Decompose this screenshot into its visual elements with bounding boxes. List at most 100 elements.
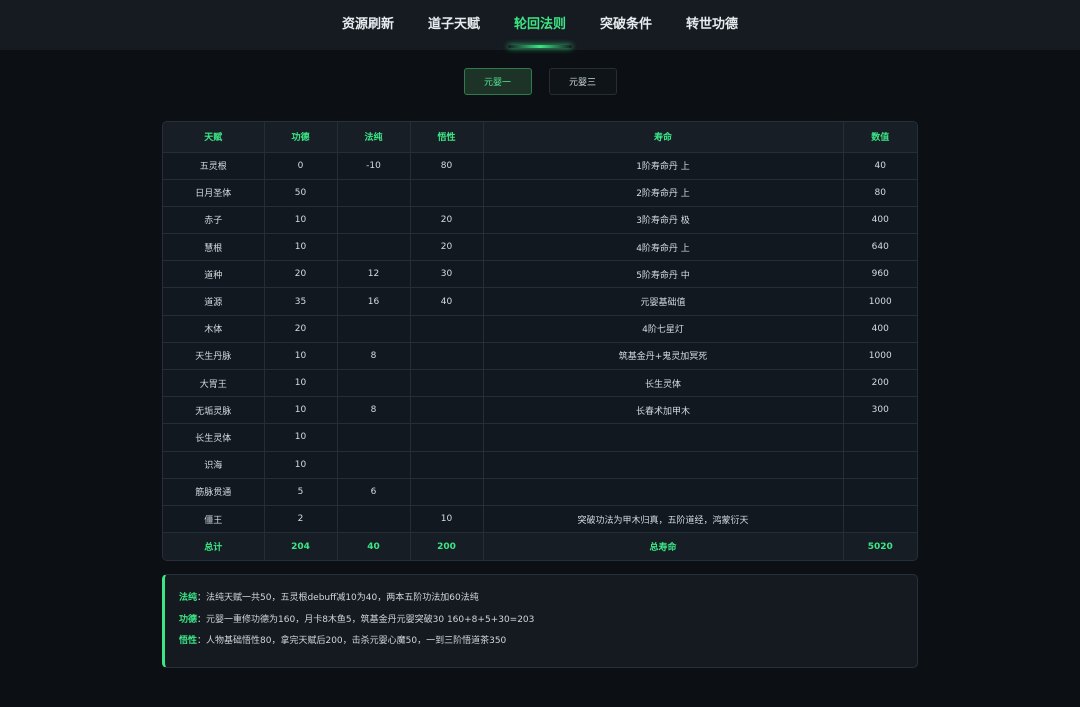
total-label: 总计 xyxy=(163,532,265,560)
cell-merit: 50 xyxy=(264,179,338,207)
cell-comprehension: 80 xyxy=(410,152,484,180)
note-label: 悟性 xyxy=(179,636,198,646)
subtab-yuanying-3[interactable]: 元婴三 xyxy=(548,68,617,95)
talent-table: 天赋 功德 法纯 悟性 寿命 数值 五灵根 0 -10 80 1阶寿命丹 上 4… xyxy=(163,122,917,560)
cell-lifespan xyxy=(483,423,844,452)
table-row: 筋脉贯通 5 6 xyxy=(163,478,917,506)
header-purity: 法纯 xyxy=(337,122,411,153)
cell-lifespan: 筑基金丹+鬼灵加冥死 xyxy=(483,342,844,371)
cell-merit: 20 xyxy=(264,260,338,289)
cell-talent: 道种 xyxy=(163,260,265,289)
cell-value: 200 xyxy=(843,369,917,398)
cell-purity: 6 xyxy=(337,478,411,506)
cell-value: 1000 xyxy=(843,342,917,371)
cell-comprehension xyxy=(410,179,484,207)
cell-merit: 10 xyxy=(264,206,338,235)
note-text: ：人物基础悟性80，拿完天赋后200，击杀元婴心魔50，一到三阶悟道茶350 xyxy=(197,636,507,646)
cell-talent: 无垢灵脉 xyxy=(163,396,265,425)
note-label: 功德 xyxy=(179,614,198,625)
cell-purity: -10 xyxy=(337,152,411,180)
cell-purity: 12 xyxy=(337,260,411,289)
subtab-yuanying-1[interactable]: 元婴一 xyxy=(463,68,532,95)
cell-lifespan: 突破功法为甲木归真，五阶道经，鸿蒙衍天 xyxy=(483,505,844,534)
header-lifespan: 寿命 xyxy=(483,122,844,153)
header-value: 数值 xyxy=(843,122,917,153)
cell-comprehension: 20 xyxy=(410,233,484,262)
cell-lifespan: 4阶寿命丹 上 xyxy=(483,233,844,262)
cell-lifespan: 4阶七星灯 xyxy=(483,315,844,343)
cell-talent: 慧根 xyxy=(163,233,265,262)
nav-tab-resource-refresh[interactable]: 资源刷新 xyxy=(340,0,396,50)
table-header-row: 天赋 功德 法纯 悟性 寿命 数值 xyxy=(163,122,917,153)
cell-value: 1000 xyxy=(843,287,917,316)
cell-lifespan: 3阶寿命丹 极 xyxy=(483,206,844,235)
cell-comprehension: 10 xyxy=(410,505,484,534)
cell-comprehension xyxy=(410,423,484,452)
cell-purity: 8 xyxy=(337,396,411,425)
header-comprehension: 悟性 xyxy=(410,122,484,153)
cell-talent: 大胃王 xyxy=(163,369,265,398)
cell-comprehension xyxy=(410,478,484,506)
cell-merit: 10 xyxy=(264,369,338,398)
cell-value: 640 xyxy=(843,233,917,262)
cell-value xyxy=(843,451,917,479)
cell-merit: 10 xyxy=(264,396,338,425)
table-total-row: 总计 204 40 200 总寿命 5020 xyxy=(163,532,917,560)
note-merit: 功德：元婴一重修功德为160，月卡8木鱼5，筑基金丹元婴突破30 160+8+5… xyxy=(179,614,917,626)
cell-talent: 僵王 xyxy=(163,505,265,534)
cell-merit: 35 xyxy=(264,287,338,316)
total-purity: 40 xyxy=(337,532,411,560)
table-row: 长生灵体 10 xyxy=(163,423,917,452)
cell-value: 400 xyxy=(843,206,917,235)
cell-lifespan: 2阶寿命丹 上 xyxy=(483,179,844,207)
cell-lifespan xyxy=(483,478,844,506)
table-row: 日月圣体 50 2阶寿命丹 上 80 xyxy=(163,179,917,207)
cell-talent: 道源 xyxy=(163,287,265,316)
note-label: 法纯 xyxy=(179,593,198,603)
cell-purity xyxy=(337,423,411,452)
cell-talent: 天生丹脉 xyxy=(163,342,265,371)
header-merit: 功德 xyxy=(264,122,338,153)
cell-merit: 10 xyxy=(264,342,338,371)
total-value: 5020 xyxy=(843,532,917,560)
cell-value xyxy=(843,505,917,534)
cell-value: 40 xyxy=(843,152,917,180)
cell-lifespan: 5阶寿命丹 中 xyxy=(483,260,844,289)
table-row: 木体 20 4阶七星灯 400 xyxy=(163,315,917,343)
nav-tab-breakthrough-conditions[interactable]: 突破条件 xyxy=(598,0,654,50)
talent-table-panel: 天赋 功德 法纯 悟性 寿命 数值 五灵根 0 -10 80 1阶寿命丹 上 4… xyxy=(162,121,918,561)
table-row: 慧根 10 20 4阶寿命丹 上 640 xyxy=(163,233,917,262)
cell-lifespan: 1阶寿命丹 上 xyxy=(483,152,844,180)
table-body: 五灵根 0 -10 80 1阶寿命丹 上 40 日月圣体 50 2阶寿命丹 上 … xyxy=(163,152,917,560)
cell-talent: 五灵根 xyxy=(163,152,265,180)
cell-comprehension xyxy=(410,342,484,371)
notes-panel: 法纯：法纯天赋一共50，五灵根debuff减10为40，两本五阶功法加60法纯 … xyxy=(162,574,918,668)
cell-comprehension xyxy=(410,369,484,398)
cell-purity: 16 xyxy=(337,287,411,316)
cell-value: 80 xyxy=(843,179,917,207)
note-text: ：法纯天赋一共50，五灵根debuff减10为40，两本五阶功法加60法纯 xyxy=(197,593,479,603)
cell-talent: 木体 xyxy=(163,315,265,343)
cell-talent: 赤子 xyxy=(163,206,265,235)
cell-value: 960 xyxy=(843,260,917,289)
cell-talent: 识海 xyxy=(163,451,265,479)
note-text: ：元婴一重修功德为160，月卡8木鱼5，筑基金丹元婴突破30 160+8+5+3… xyxy=(197,614,535,625)
cell-comprehension xyxy=(410,396,484,425)
cell-talent: 筋脉贯通 xyxy=(163,478,265,506)
table-row: 大胃王 10 长生灵体 200 xyxy=(163,369,917,398)
total-lifespan-label: 总寿命 xyxy=(483,532,844,560)
nav-tab-rebirth-merit[interactable]: 转世功德 xyxy=(684,0,740,50)
total-merit: 204 xyxy=(264,532,338,560)
cell-merit: 10 xyxy=(264,451,338,479)
nav-tab-reincarnation-rules[interactable]: 轮回法则 xyxy=(507,0,573,50)
nav-tab-daozi-talent[interactable]: 道子天赋 xyxy=(426,0,482,50)
cell-value: 300 xyxy=(843,396,917,425)
cell-purity xyxy=(337,451,411,479)
cell-comprehension xyxy=(410,451,484,479)
cell-lifespan: 长春术加甲木 xyxy=(483,396,844,425)
cell-merit: 5 xyxy=(264,478,338,506)
sub-tabs: 元婴一 元婴三 xyxy=(0,68,1080,95)
note-purity: 法纯：法纯天赋一共50，五灵根debuff减10为40，两本五阶功法加60法纯 xyxy=(179,592,917,604)
cell-merit: 10 xyxy=(264,423,338,452)
cell-comprehension xyxy=(410,315,484,343)
